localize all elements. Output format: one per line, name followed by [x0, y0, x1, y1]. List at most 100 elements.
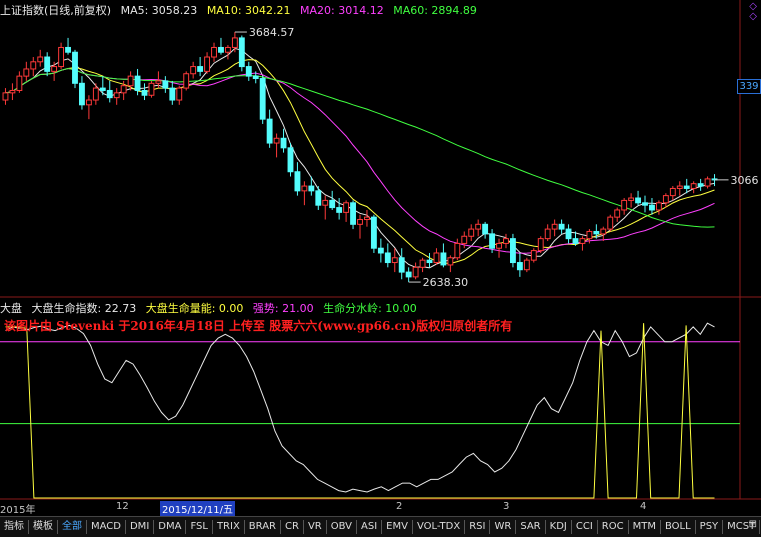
candle-up — [231, 37, 238, 48]
tab-dma[interactable]: DMA — [154, 520, 187, 534]
candle-down — [218, 46, 224, 53]
candle-up — [204, 56, 211, 72]
candle-down — [572, 238, 579, 244]
candle-down — [426, 259, 433, 264]
candle-up — [183, 73, 190, 89]
candle-down — [287, 147, 294, 173]
candle-up — [676, 185, 683, 189]
candle-up — [301, 185, 308, 192]
annotation-low: 2638.30 — [423, 276, 469, 289]
tab-roc[interactable]: ROC — [598, 520, 629, 534]
index-name: 上证指数(日线,前复权) — [0, 4, 112, 17]
candle-up — [113, 92, 120, 99]
candle-down — [280, 137, 287, 149]
candle-up — [600, 228, 607, 235]
tab-obv[interactable]: OBV — [327, 520, 357, 534]
candle-up — [704, 178, 711, 187]
candle-down — [405, 271, 412, 278]
tab-fsl[interactable]: FSL — [186, 520, 213, 534]
candle-down — [482, 223, 489, 235]
candle-down — [336, 207, 343, 213]
tab-wr[interactable]: WR — [490, 520, 517, 534]
tab-dmi[interactable]: DMI — [126, 520, 155, 534]
candle-down — [245, 66, 252, 77]
candle-up — [9, 89, 16, 94]
candle-up — [662, 195, 669, 204]
tab-vr[interactable]: VR — [304, 520, 327, 534]
candle-down — [266, 118, 273, 144]
life-volume-line — [5, 323, 715, 499]
life-index-label: 大盘生命指数: 22.73 — [31, 302, 137, 315]
candle-down — [106, 89, 113, 99]
candle-down — [509, 238, 516, 264]
chart-canvas: 3684.57 2638.30 3066 — [0, 0, 761, 500]
time-label-mar: 3 — [503, 501, 510, 512]
cursor-date: 2015/12/11/五 — [160, 501, 236, 516]
tab-cci[interactable]: CCI — [572, 520, 598, 534]
annotation-high: 3684.57 — [249, 26, 295, 39]
candle-down — [169, 87, 176, 101]
life-index-line — [5, 322, 715, 493]
candle-up — [51, 66, 58, 72]
candle-down — [593, 230, 600, 235]
candle-down — [162, 80, 169, 89]
corner-controls[interactable]: ◇ ◇ — [749, 2, 757, 22]
candle-up — [579, 238, 586, 244]
tab-brar[interactable]: BRAR — [245, 520, 281, 534]
tab-vol-tdx[interactable]: VOL-TDX — [413, 520, 466, 534]
candle-up — [58, 46, 65, 68]
candle-down — [370, 216, 377, 249]
candle-up — [211, 46, 217, 58]
tab--[interactable]: 指标 — [0, 520, 29, 534]
tab-boll[interactable]: BOLL — [661, 520, 696, 534]
time-axis: 2015年 12 2015/12/11/五 2 3 4 — [0, 501, 761, 516]
candle-up — [530, 250, 537, 261]
candle-up — [85, 99, 92, 106]
tab-sar[interactable]: SAR — [516, 520, 546, 534]
annotation-last: 3066 — [731, 174, 759, 187]
candle-down — [72, 51, 78, 84]
candle-up — [468, 228, 475, 237]
candle-down — [308, 185, 315, 192]
candle-down — [294, 171, 301, 192]
tab-scroll-arrows[interactable]: ⊞ — [749, 519, 757, 530]
candle-down — [565, 228, 572, 240]
candle-up — [523, 259, 530, 271]
tab-cr[interactable]: CR — [281, 520, 304, 534]
tab-psy[interactable]: PSY — [696, 520, 724, 534]
tab-macd[interactable]: MACD — [87, 520, 126, 534]
tab--[interactable]: 全部 — [58, 520, 87, 534]
tab-mtm[interactable]: MTM — [629, 520, 661, 534]
tab-kdj[interactable]: KDJ — [546, 520, 572, 534]
candle-down — [642, 202, 648, 206]
main-chart-header: 上证指数(日线,前复权) MA5: 3058.23 MA10: 3042.21 … — [0, 2, 483, 18]
candle-down — [259, 78, 266, 120]
candle-up — [669, 187, 676, 197]
candle-down — [384, 252, 391, 264]
diamond-small-icon[interactable]: ◇ — [749, 12, 757, 22]
candle-up — [30, 61, 37, 70]
candle-up — [322, 199, 329, 206]
candle-up — [148, 82, 155, 96]
tab-asi[interactable]: ASI — [357, 520, 383, 534]
tab-rsi[interactable]: RSI — [465, 520, 491, 534]
ma20-label: MA20: 3014.12 — [300, 4, 384, 17]
ma10-label: MA10: 3042.21 — [206, 4, 291, 17]
tab-trix[interactable]: TRIX — [213, 520, 245, 534]
candle-down — [489, 233, 496, 249]
candle-up — [496, 242, 502, 249]
tab-emv[interactable]: EMV — [382, 520, 413, 534]
candle-up — [454, 242, 461, 259]
candle-up — [190, 66, 197, 75]
candle-up — [607, 216, 614, 230]
candle-up — [419, 259, 426, 268]
indicator-header: 大盘 大盘生命指数: 22.73 大盘生命量能: 0.00 强势: 21.00 … — [0, 300, 423, 316]
time-label-year: 2015年 — [0, 505, 36, 516]
candle-up — [92, 87, 99, 101]
tab--[interactable]: 模板 — [29, 520, 58, 534]
candle-down — [649, 204, 655, 211]
ma5-label: MA5: 3058.23 — [120, 4, 198, 17]
candle-up — [155, 80, 162, 84]
candle-up — [586, 230, 593, 240]
candle-up — [224, 46, 231, 53]
